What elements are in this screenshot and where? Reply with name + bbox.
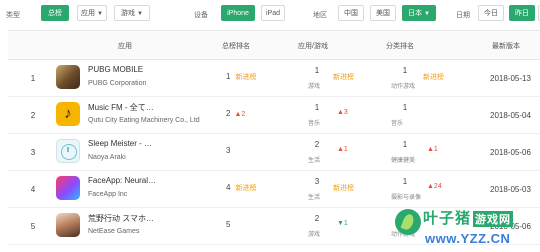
header-latest-version: 最新版本 (492, 43, 520, 50)
device-iphone-button[interactable]: iPhone (221, 5, 255, 21)
rank-number: 1 (30, 74, 36, 83)
free-category: 生活 (308, 195, 321, 201)
total-rank: 4 新进榜 (226, 183, 257, 192)
total-rank: 2 ▲2 (226, 109, 246, 118)
total-rank: 3 (226, 146, 231, 155)
rank-number: 4 (30, 185, 36, 194)
total-rank: 1 新进榜 (226, 72, 257, 81)
table-row[interactable]: 2 ♪ Music FM - 全て… Qutu City Eating Mach… (8, 97, 540, 134)
developer-name: PUBG Corporation (88, 80, 147, 87)
chevron-down-icon: ▼ (424, 11, 430, 17)
developer-name: Naoya Araki (88, 154, 126, 161)
rank-up-badge: ▲2 (234, 111, 246, 118)
category-name: 音乐 (391, 121, 404, 127)
pubg-icon[interactable] (56, 65, 80, 89)
filter-apps-dropdown[interactable]: 应用 ▼ (77, 5, 107, 21)
region-china-button[interactable]: 中国 (338, 5, 364, 21)
app-name-link[interactable]: 荒野行动 スマホ… (88, 213, 154, 224)
free-rank: 2 (314, 140, 320, 149)
chevron-down-icon: ▼ (97, 11, 103, 17)
table-row[interactable]: 3 Sleep Meister - … Naoya Araki 3 2 生活 ▲… (8, 134, 540, 171)
version-date: 2018-05-06 (490, 148, 531, 157)
free-category: 游戏 (308, 84, 321, 90)
chevron-down-icon: ▼ (137, 11, 143, 17)
filter-games-dropdown[interactable]: 游戏 ▼ (114, 5, 150, 21)
header-category-rank: 分类排名 (386, 43, 414, 50)
app-name-link[interactable]: Music FM - 全て… (88, 102, 154, 113)
new-entry-badge: 新进榜 (235, 185, 257, 192)
table-header: 应用 总榜排名 应用/游戏 分类排名 最新版本 (8, 30, 540, 60)
region-us-button[interactable]: 美国 (370, 5, 396, 21)
total-rank: 5 (226, 220, 231, 229)
knives-out-icon[interactable] (56, 213, 80, 237)
region-japan-dropdown[interactable]: 日本 ▼ (402, 5, 436, 21)
header-total-rank: 总榜排名 (222, 43, 250, 50)
category-name: 摄影与录像 (391, 195, 422, 201)
table-row[interactable]: 1 PUBG MOBILE PUBG Corporation 1 新进榜 1 游戏… (8, 60, 540, 97)
rank-number: 2 (30, 111, 36, 120)
filter-total-button[interactable]: 总榜 (41, 5, 69, 21)
free-rank: 3 (314, 177, 320, 186)
header-app: 应用 (118, 43, 132, 50)
face-app-icon[interactable] (56, 176, 80, 200)
free-rank: 1 (314, 66, 320, 75)
date-yesterday-button[interactable]: 昨日 (509, 5, 535, 21)
version-date: 2018-05-04 (490, 111, 531, 120)
category-rank-change: ▲24 (427, 183, 442, 190)
table-row[interactable]: 4 FaceApp: Neural… FaceApp Inc 4 新进榜 3 生活… (8, 171, 540, 208)
sleep-clock-icon[interactable] (56, 139, 80, 163)
category-rank: 1 (402, 103, 408, 112)
category-rank: 1 (402, 140, 408, 149)
app-name-link[interactable]: PUBG MOBILE (88, 65, 143, 74)
free-rank-change: ▲1 (337, 146, 348, 153)
category-rank: 1 (402, 66, 408, 75)
type-filter-label: 类型 (6, 12, 20, 19)
rank-number: 5 (30, 222, 36, 231)
free-category: 游戏 (308, 232, 321, 238)
app-name-link[interactable]: Sleep Meister - … (88, 139, 152, 148)
date-filter-label: 日期 (456, 12, 470, 19)
site-watermark: 叶子猪 游戏网 www.YZZ.CN (395, 205, 540, 252)
free-rank-change: 新进榜 (333, 185, 354, 192)
free-category: 音乐 (308, 121, 321, 127)
category-rank-change: 新进榜 (423, 74, 444, 81)
leaf-logo-icon (395, 209, 421, 235)
free-rank: 1 (314, 103, 320, 112)
developer-name: FaceApp Inc (88, 191, 128, 198)
free-rank-change: ▲3 (337, 109, 348, 116)
free-rank-change: ▼1 (337, 220, 348, 227)
rank-number: 3 (30, 148, 36, 157)
app-name-link[interactable]: FaceApp: Neural… (88, 176, 156, 185)
developer-name: Qutu City Eating Machinery Co., Ltd (88, 117, 200, 124)
watermark-url: www.YZZ.CN (425, 231, 511, 246)
category-name: 动作游戏 (391, 84, 416, 90)
category-rank: 1 (402, 177, 408, 186)
free-rank-change: 新进榜 (333, 74, 354, 81)
new-entry-badge: 新进榜 (235, 74, 257, 81)
free-category: 生活 (308, 158, 321, 164)
category-name: 健康健美 (391, 158, 416, 164)
category-rank-change: ▲1 (427, 146, 438, 153)
header-free-rank: 应用/游戏 (298, 43, 328, 50)
device-filter-label: 设备 (194, 12, 208, 19)
version-date: 2018-05-03 (490, 185, 531, 194)
music-note-icon[interactable]: ♪ (56, 102, 80, 126)
developer-name: NetEase Games (88, 228, 140, 235)
watermark-name: 叶子猪 游戏网 (423, 210, 514, 227)
filter-bar: 类型 总榜 应用 ▼ 游戏 ▼ 设备 iPhone iPad 地区 中国 美国 日本… (0, 0, 540, 28)
date-today-button[interactable]: 今日 (478, 5, 504, 21)
device-ipad-button[interactable]: iPad (261, 5, 285, 21)
free-rank: 2 (314, 214, 320, 223)
region-filter-label: 地区 (313, 12, 327, 19)
version-date: 2018-05-13 (490, 74, 531, 83)
